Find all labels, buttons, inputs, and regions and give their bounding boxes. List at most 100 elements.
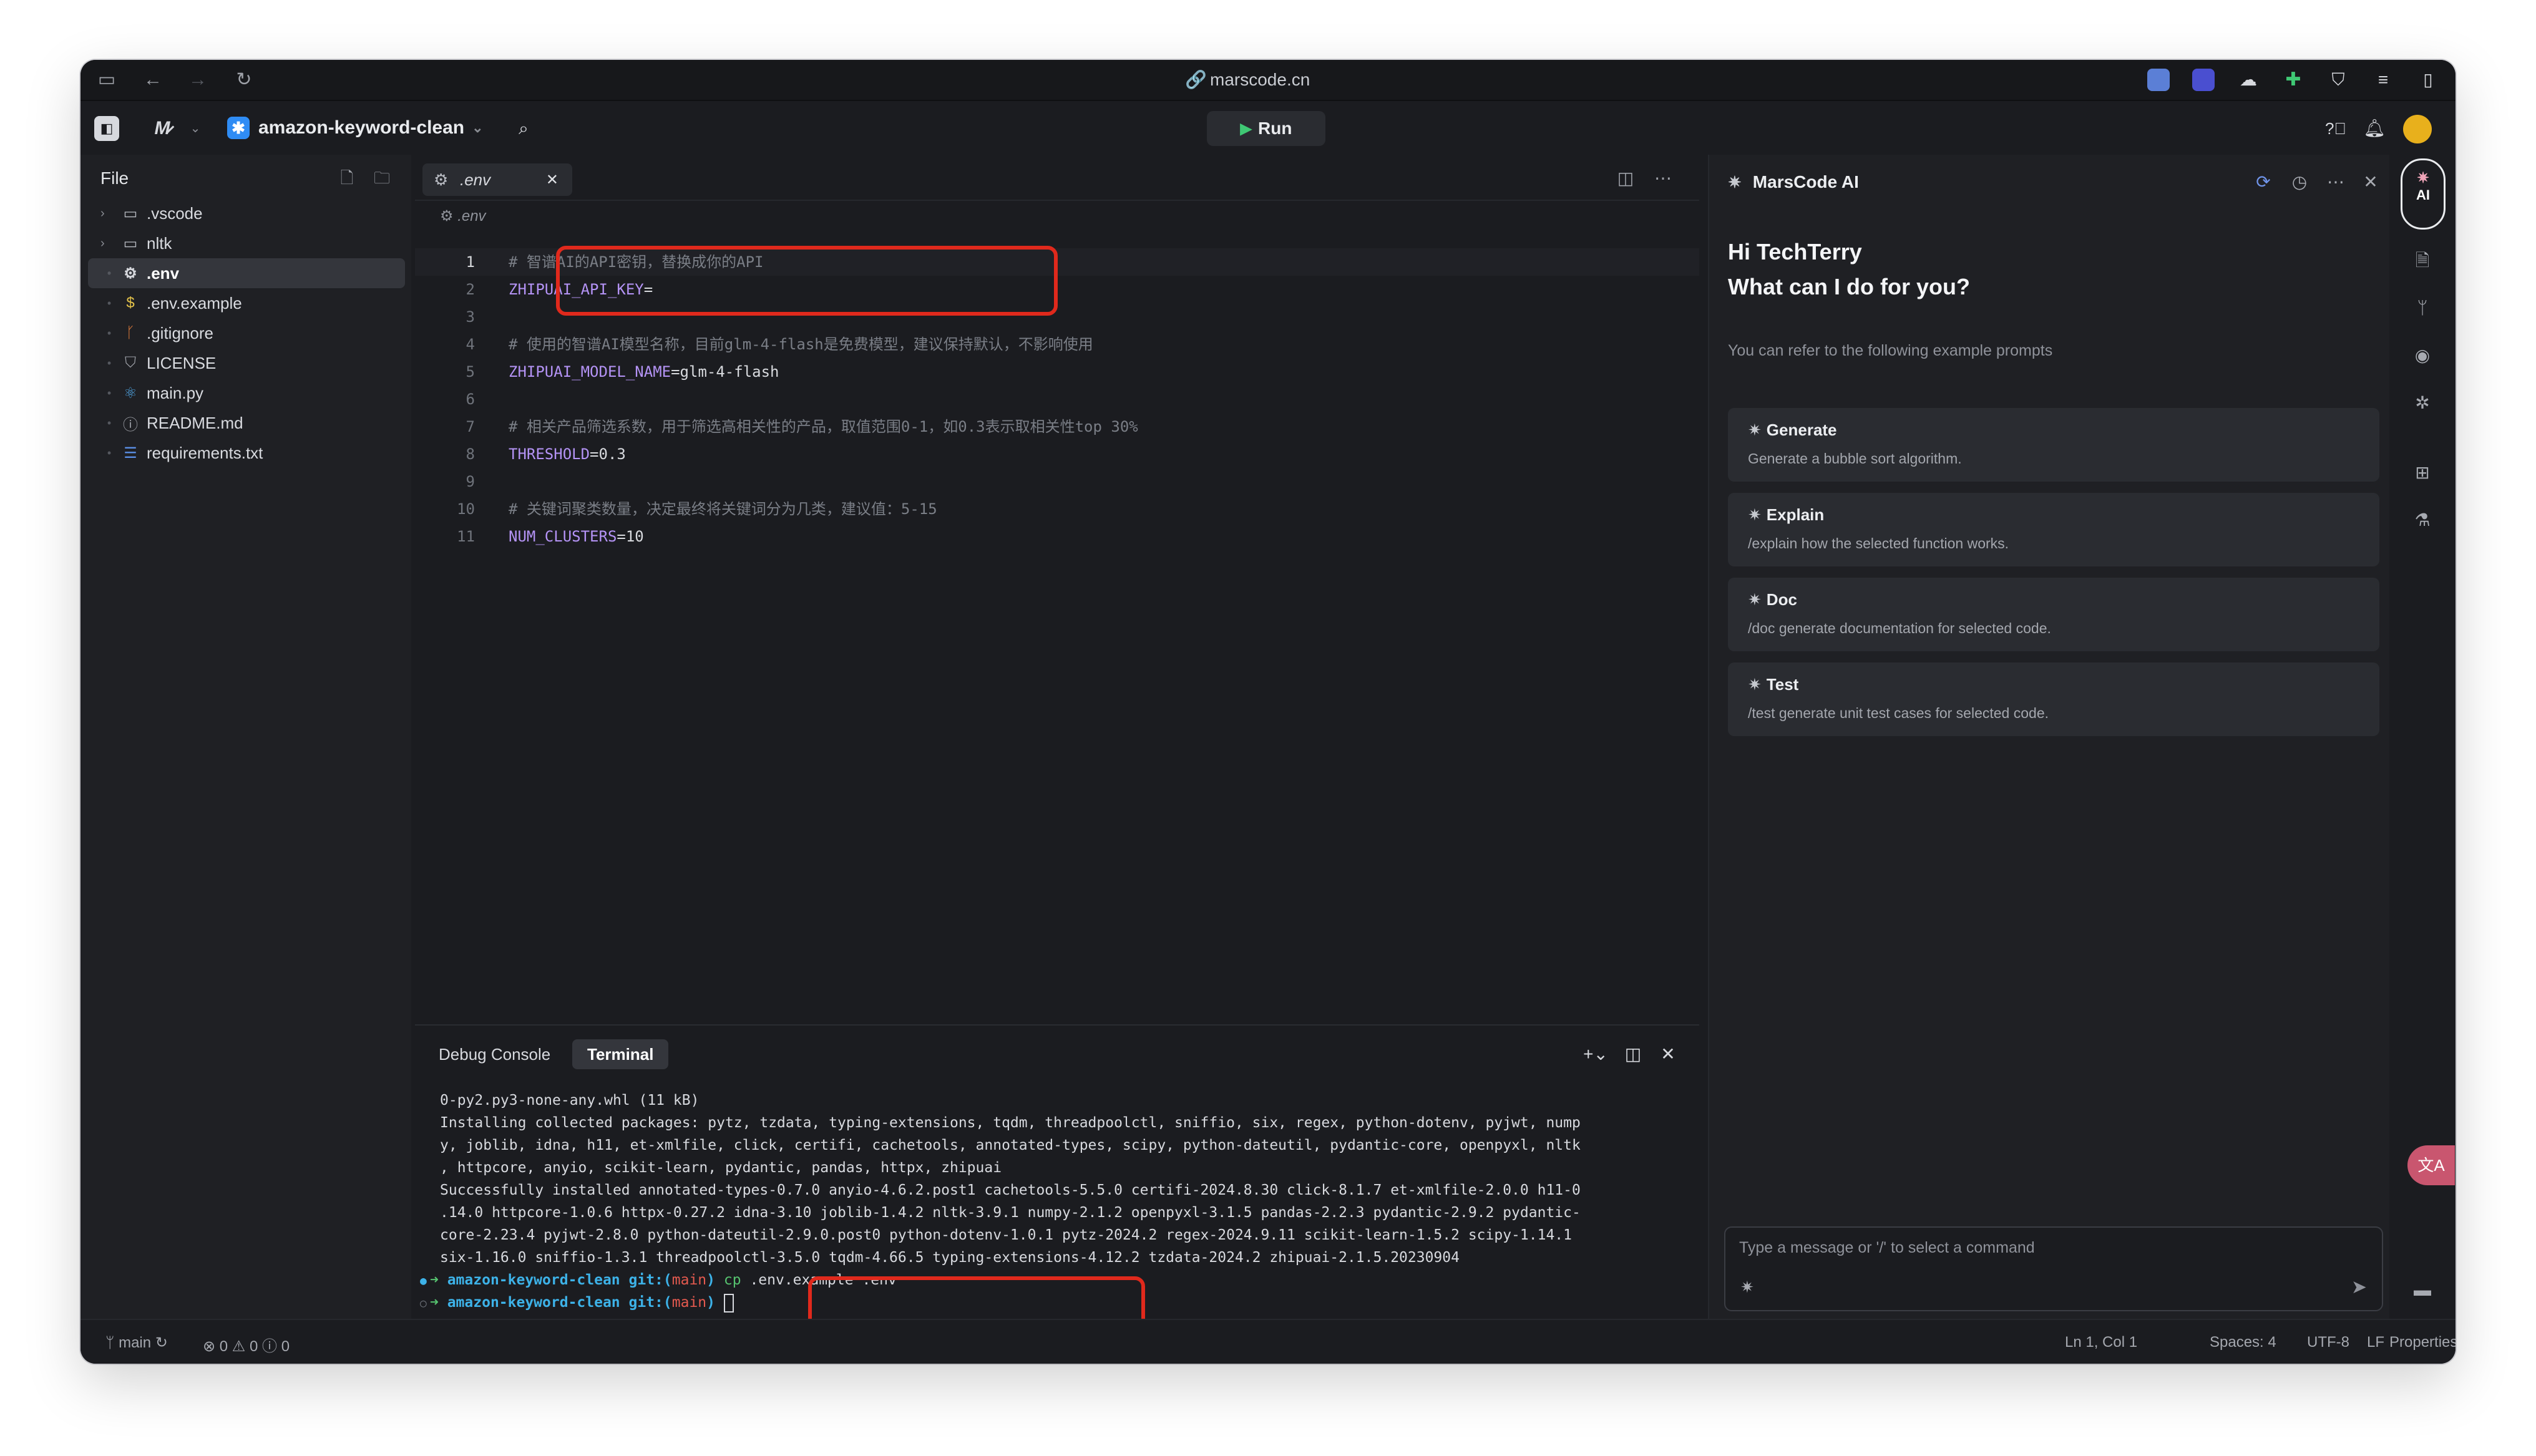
- terminal-line: Successfully installed annotated-types-0…: [440, 1182, 1581, 1198]
- prompt-card-doc[interactable]: ✷ Doc /doc generate documentation for sel…: [1728, 578, 2379, 651]
- problems-status[interactable]: ⊗ 0 ⚠ 0 ⓘ 0: [203, 1334, 290, 1356]
- bug-icon[interactable]: ✲: [2410, 391, 2435, 415]
- run-label: Run: [1258, 119, 1292, 138]
- line-number: 8: [466, 445, 475, 463]
- address-bar[interactable]: 🔗 marscode.cn: [1185, 67, 1310, 92]
- reload-icon[interactable]: ↻: [233, 69, 255, 91]
- indentation-setting[interactable]: Spaces: 4: [2210, 1334, 2276, 1351]
- cursor-position[interactable]: Ln 1, Col 1: [2065, 1334, 2137, 1351]
- tree-item-readme[interactable]: • ⓘ README.md: [88, 408, 405, 438]
- indent-dot: •: [107, 416, 112, 429]
- status-dot-icon: ○: [420, 1297, 427, 1310]
- url-text: marscode.cn: [1210, 70, 1310, 89]
- add-terminal-icon[interactable]: +⌄: [1577, 1042, 1614, 1067]
- tree-item-vscode[interactable]: › ▭ .vscode: [88, 198, 405, 228]
- tree-item-env-example[interactable]: • $ .env.example: [88, 288, 405, 318]
- close-icon[interactable]: ✕: [546, 171, 558, 189]
- avatar[interactable]: [2403, 115, 2432, 143]
- chevron-down-icon[interactable]: ⌄: [183, 116, 208, 141]
- code-line: 7 # 相关产品筛选系数，用于筛选高相关性的产品，取值范围0-1，如0.3表示取相…: [415, 413, 1699, 440]
- search-icon[interactable]: ⌕: [511, 116, 536, 141]
- new-file-icon[interactable]: 🗋: [336, 167, 358, 188]
- more-icon[interactable]: ⋯: [1651, 166, 1675, 191]
- shield-icon[interactable]: ⛉: [2327, 69, 2349, 91]
- back-arrow-icon[interactable]: ←: [142, 69, 164, 91]
- indent-dot: •: [107, 266, 112, 279]
- forward-arrow-icon[interactable]: →: [187, 69, 209, 91]
- tab-label: .env: [460, 170, 491, 189]
- cloud-icon[interactable]: ☁: [2237, 69, 2260, 91]
- line-number: 4: [466, 336, 475, 353]
- tree-item-nltk[interactable]: › ▭ nltk: [88, 228, 405, 258]
- env-value: =10: [617, 528, 644, 545]
- extension-flag-icon[interactable]: [2147, 69, 2170, 91]
- prompt-card-test[interactable]: ✷ Test /test generate unit test cases for…: [1728, 662, 2379, 736]
- card-title: Doc: [1766, 590, 1797, 609]
- tree-item-license[interactable]: • ⛉ LICENSE: [88, 348, 405, 378]
- tab-debug-console[interactable]: Debug Console: [424, 1039, 565, 1069]
- document-search-icon[interactable]: 🗎: [2410, 248, 2435, 273]
- refresh-ai-icon[interactable]: ⟳: [2251, 170, 2276, 195]
- tree-item-requirements[interactable]: • ☰ requirements.txt: [88, 438, 405, 468]
- gear-icon: ⚙: [434, 170, 449, 189]
- translate-icon[interactable]: 文A: [2407, 1145, 2455, 1185]
- encoding-setting[interactable]: UTF-8: [2307, 1334, 2349, 1351]
- source-control-icon[interactable]: ᛘ: [2410, 296, 2435, 321]
- dollar-icon: $: [126, 294, 135, 311]
- file-explorer: File 🗋 🗀 › ▭ .vscode › ▭ nltk • ⚙ .env •…: [80, 155, 411, 1319]
- annotation-highlight-box: [556, 246, 1058, 316]
- preview-icon[interactable]: ◉: [2410, 343, 2435, 368]
- more-icon[interactable]: ⋯: [2323, 170, 2348, 195]
- branch-status[interactable]: ᛘ main ↻: [105, 1334, 168, 1352]
- project-selector[interactable]: ✱ amazon-keyword-clean ⌄: [227, 112, 484, 143]
- split-view-icon[interactable]: ▯: [2417, 69, 2439, 91]
- run-button[interactable]: ▶ Run: [1207, 111, 1325, 146]
- tab-env[interactable]: ⚙ .env ✕: [422, 163, 572, 196]
- tab-terminal[interactable]: Terminal: [572, 1039, 669, 1069]
- prompt-card-generate[interactable]: ✷ Generate Generate a bubble sort algorit…: [1728, 408, 2379, 482]
- extension-tok-icon[interactable]: [2192, 69, 2215, 91]
- prompt-card-explain[interactable]: ✷ Explain /explain how the selected funct…: [1728, 493, 2379, 566]
- ai-chat-input[interactable]: Type a message or '/' to select a comman…: [1724, 1226, 2383, 1311]
- tree-item-main-py[interactable]: • ⚛ main.py: [88, 378, 405, 408]
- panel-toggle-icon[interactable]: ◧: [94, 116, 119, 141]
- tree-item-label: .vscode: [147, 203, 203, 223]
- extensions-icon[interactable]: ⊞: [2410, 460, 2435, 485]
- split-terminal-icon[interactable]: ◫: [1621, 1042, 1646, 1067]
- split-editor-icon[interactable]: ◫: [1613, 166, 1638, 191]
- line-number: 9: [466, 473, 475, 490]
- marscode-logo-icon[interactable]: M̷: [140, 116, 184, 141]
- tree-item-label: .env.example: [147, 293, 242, 313]
- env-value: =glm-4-flash: [671, 363, 779, 381]
- ai-activity-button[interactable]: ✷ AI: [2401, 158, 2446, 230]
- line-number: 7: [466, 418, 475, 435]
- python-icon: ⚛: [124, 384, 137, 402]
- command-name: cp: [723, 1272, 741, 1288]
- reader-icon[interactable]: ≡: [2372, 69, 2394, 91]
- prompt-git: git:(: [628, 1294, 672, 1311]
- explorer-title: File: [100, 168, 129, 188]
- info-count: 0: [281, 1338, 290, 1355]
- puzzle-icon[interactable]: ✚: [2282, 69, 2304, 91]
- close-icon[interactable]: ✕: [1656, 1042, 1680, 1067]
- eol-setting[interactable]: LF: [2367, 1334, 2384, 1351]
- bell-icon[interactable]: 🔔︎: [2362, 116, 2387, 141]
- properties-button[interactable]: Properties: [2389, 1334, 2456, 1351]
- link-icon: 🔗: [1185, 70, 1207, 89]
- tree-item-env[interactable]: • ⚙ .env: [88, 258, 405, 288]
- tree-item-gitignore[interactable]: • ᚴ .gitignore: [88, 318, 405, 348]
- branch-icon: ᛘ: [105, 1334, 119, 1351]
- new-folder-icon[interactable]: 🗀: [371, 167, 393, 188]
- code-line: 11 NUM_CLUSTERS=10: [415, 523, 1699, 550]
- flask-icon[interactable]: ⚗: [2410, 508, 2435, 533]
- sparkle-icon[interactable]: ✷: [1740, 1278, 1754, 1297]
- tree-item-label: README.md: [147, 413, 243, 432]
- panel-bottom-icon[interactable]: ▬: [2410, 1278, 2435, 1303]
- close-icon[interactable]: ✕: [2358, 170, 2383, 195]
- help-icon[interactable]: ?⃝: [2323, 116, 2348, 141]
- prompt-directory: amazon-keyword-clean: [447, 1294, 620, 1311]
- sidebar-toggle-icon[interactable]: ▭: [95, 69, 118, 91]
- ai-assistant-panel: ✷ MarsCode AI ⟳ ◷ ⋯ ✕ Hi TechTerry What …: [1708, 155, 2389, 1319]
- history-icon[interactable]: ◷: [2287, 170, 2312, 195]
- send-icon[interactable]: ➤: [2351, 1276, 2367, 1298]
